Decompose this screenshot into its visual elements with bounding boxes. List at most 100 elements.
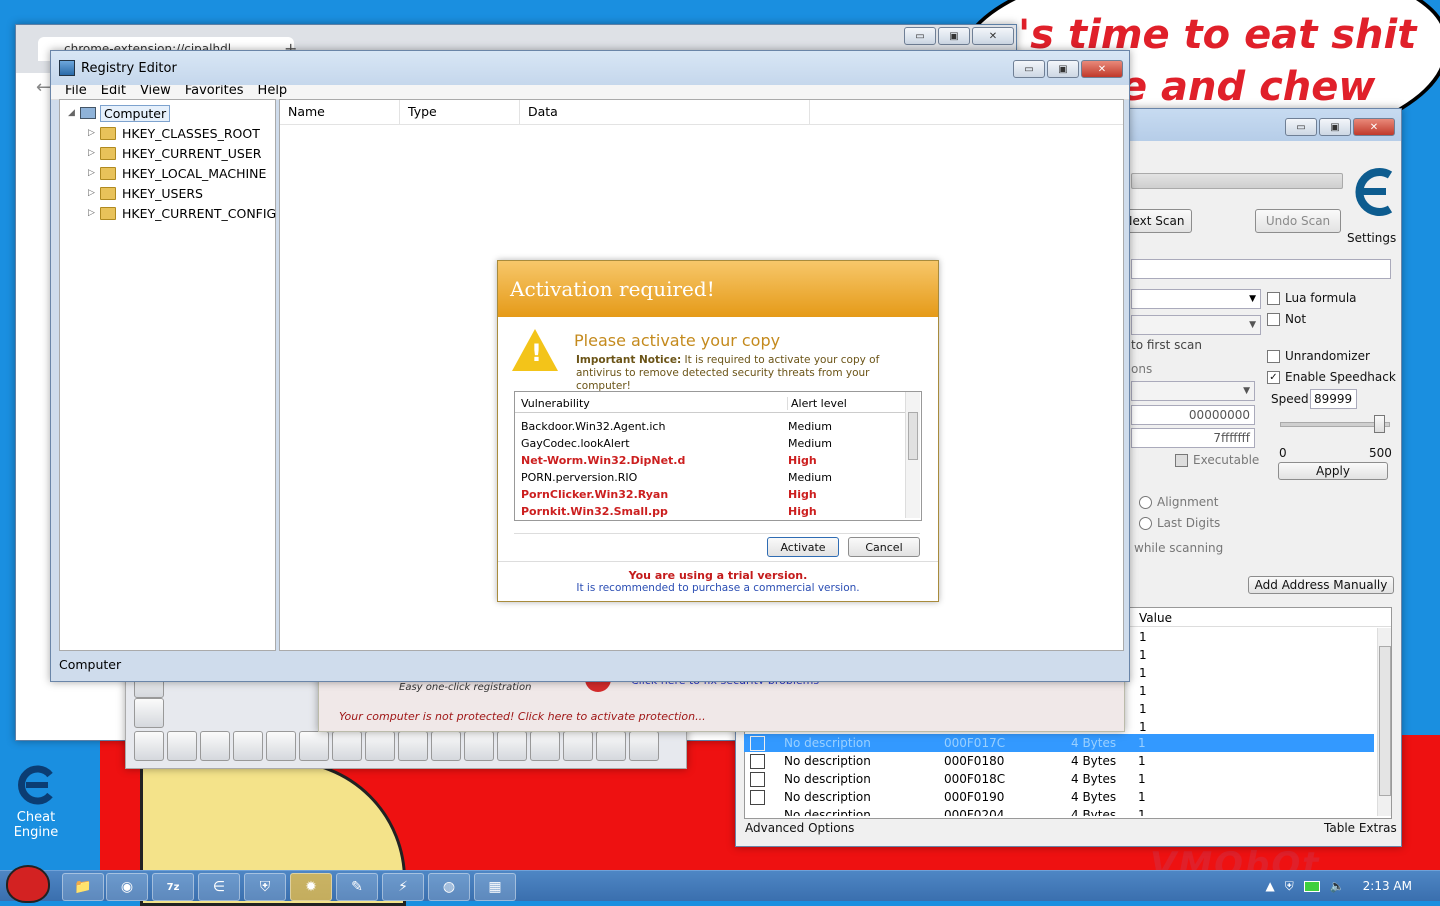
- threat-row[interactable]: Backdoor.Win32.Agent.ich Medium: [515, 418, 905, 435]
- keypad-key[interactable]: [200, 731, 230, 761]
- keypad-key[interactable]: [431, 731, 461, 761]
- keypad-key[interactable]: [233, 731, 263, 761]
- scrollbar-thumb[interactable]: [908, 412, 918, 460]
- taskbar-chrome-icon[interactable]: ◉: [106, 873, 148, 901]
- lua-formula-checkbox[interactable]: Lua formula: [1267, 291, 1357, 305]
- minimize-icon[interactable]: ▭: [1285, 118, 1317, 136]
- keypad-key[interactable]: [398, 731, 428, 761]
- expand-arrow-icon[interactable]: ▷: [88, 168, 98, 178]
- close-icon[interactable]: ✕: [1353, 118, 1395, 136]
- taskbar-7zip-icon[interactable]: 7z: [152, 873, 194, 901]
- threat-row[interactable]: Pornkit.Win32.Small.pp High: [515, 503, 905, 520]
- expand-arrow-icon[interactable]: ▷: [88, 148, 98, 158]
- speed-slider-thumb[interactable]: [1374, 415, 1385, 433]
- row-checkbox[interactable]: [750, 790, 765, 805]
- keypad-key[interactable]: [497, 731, 527, 761]
- tree-item-hkey-local-machine[interactable]: ▷ HKEY_LOCAL_MACHINE: [88, 164, 266, 182]
- table-row[interactable]: No description 000F018C 4 Bytes 1: [744, 770, 1374, 788]
- column-header-name[interactable]: Name: [280, 100, 400, 124]
- unrandomizer-checkbox[interactable]: Unrandomizer: [1267, 349, 1370, 363]
- last-digits-radio[interactable]: Last Digits: [1139, 516, 1220, 530]
- maximize-icon[interactable]: ▣: [1319, 118, 1351, 136]
- battery-icon[interactable]: [1303, 880, 1320, 892]
- keypad-key[interactable]: [299, 731, 329, 761]
- keypad-key[interactable]: [530, 731, 560, 761]
- threat-row[interactable]: PornClicker.Win32.Ryan High: [515, 486, 905, 503]
- cheat-engine-logo-icon[interactable]: [1344, 159, 1398, 229]
- table-row[interactable]: No description 000F0204 4 Bytes 1: [744, 806, 1374, 816]
- taskbar-registry-icon[interactable]: ▦: [474, 873, 516, 901]
- keypad-key[interactable]: [629, 731, 659, 761]
- tree-item-hkey-current-config[interactable]: ▷ HKEY_CURRENT_CONFIG: [88, 204, 276, 222]
- tree-item-computer[interactable]: ◢ Computer: [68, 104, 171, 122]
- taskbar-shield-icon[interactable]: ⛨: [244, 873, 286, 901]
- executable-checkbox[interactable]: Executable: [1175, 453, 1259, 467]
- taskbar-explorer-icon[interactable]: 📁: [62, 873, 104, 901]
- expand-arrow-icon[interactable]: ▷: [88, 128, 98, 138]
- taskbar-app-icon[interactable]: ◍: [428, 873, 470, 901]
- tree-item-hkey-current-user[interactable]: ▷ HKEY_CURRENT_USER: [88, 144, 261, 162]
- desktop-icon-cheat-engine[interactable]: Cheat Engine: [6, 762, 66, 840]
- start-button-angry-bird-icon[interactable]: [6, 865, 50, 903]
- keypad-key[interactable]: [464, 731, 494, 761]
- threat-table-scrollbar[interactable]: [905, 392, 920, 518]
- settings-label[interactable]: Settings: [1347, 231, 1396, 245]
- not-protected-link[interactable]: Your computer is not protected! Click he…: [339, 710, 706, 723]
- memory-region-select[interactable]: ▼: [1131, 381, 1255, 401]
- start-address-input[interactable]: 00000000: [1131, 405, 1255, 425]
- keypad-key[interactable]: [266, 731, 296, 761]
- apply-button[interactable]: Apply: [1278, 462, 1388, 480]
- keypad-key[interactable]: [332, 731, 362, 761]
- taskbar-antivirus-icon[interactable]: ✹: [290, 873, 332, 901]
- column-header-data[interactable]: Data: [520, 100, 810, 124]
- enable-speedhack-checkbox[interactable]: ✓ Enable Speedhack: [1267, 370, 1396, 384]
- column-header-type[interactable]: Type: [400, 100, 520, 124]
- alignment-radio[interactable]: Alignment: [1139, 495, 1218, 509]
- keypad-key[interactable]: [167, 731, 197, 761]
- keypad-key[interactable]: [365, 731, 395, 761]
- value-type-select[interactable]: ▼: [1131, 315, 1261, 335]
- table-row[interactable]: No description 000F0180 4 Bytes 1: [744, 752, 1374, 770]
- tree-item-hkey-users[interactable]: ▷ HKEY_USERS: [88, 184, 203, 202]
- close-icon[interactable]: ✕: [1081, 60, 1123, 78]
- table-row[interactable]: No description 000F0190 4 Bytes 1: [744, 788, 1374, 806]
- expand-arrow-icon[interactable]: ▷: [88, 188, 98, 198]
- keypad-key[interactable]: [596, 731, 626, 761]
- table-row[interactable]: No description 000F017C 4 Bytes 1: [744, 734, 1374, 752]
- show-hidden-icons-icon[interactable]: ▲: [1265, 879, 1274, 893]
- row-checkbox[interactable]: [750, 772, 765, 787]
- scrollbar-thumb[interactable]: [1379, 646, 1391, 796]
- taskbar-flash-icon[interactable]: ⚡: [382, 873, 424, 901]
- maximize-icon[interactable]: ▣: [938, 27, 970, 45]
- address-list-scrollbar[interactable]: [1377, 628, 1391, 816]
- volume-icon[interactable]: 🔈: [1330, 879, 1345, 893]
- activate-button[interactable]: Activate: [767, 537, 839, 557]
- purchase-recommendation[interactable]: It is recommended to purchase a commerci…: [498, 582, 938, 594]
- undo-scan-button[interactable]: Undo Scan: [1255, 209, 1341, 233]
- cancel-button[interactable]: Cancel: [848, 537, 920, 557]
- not-checkbox[interactable]: Not: [1267, 312, 1306, 326]
- minimize-icon[interactable]: ▭: [904, 27, 936, 45]
- keypad-key[interactable]: [134, 698, 164, 728]
- close-icon[interactable]: ✕: [972, 27, 1014, 45]
- threat-row[interactable]: GayCodec.lookAlert Medium: [515, 435, 905, 452]
- row-checkbox[interactable]: [750, 736, 765, 751]
- scan-value-input[interactable]: [1131, 259, 1391, 279]
- add-address-manually-button[interactable]: Add Address Manually: [1248, 576, 1394, 594]
- maximize-icon[interactable]: ▣: [1047, 60, 1079, 78]
- threat-row[interactable]: Net-Worm.Win32.DipNet.d High: [515, 452, 905, 469]
- clock[interactable]: 2:13 AM: [1363, 879, 1412, 893]
- back-arrow-icon[interactable]: ←: [36, 77, 51, 98]
- taskbar-cheat-engine-icon[interactable]: ∈: [198, 873, 240, 901]
- speed-input[interactable]: 89999: [1310, 389, 1357, 409]
- expand-arrow-icon[interactable]: ▷: [88, 208, 98, 218]
- stop-address-input[interactable]: 7fffffff: [1131, 428, 1255, 448]
- row-checkbox[interactable]: [750, 754, 765, 769]
- taskbar-broom-icon[interactable]: ✎: [336, 873, 378, 901]
- collapse-arrow-icon[interactable]: ◢: [68, 108, 78, 118]
- scan-type-select[interactable]: ▼: [1131, 289, 1261, 309]
- keypad-key[interactable]: [563, 731, 593, 761]
- minimize-icon[interactable]: ▭: [1013, 60, 1045, 78]
- threat-row[interactable]: PORN.perversion.RIO Medium: [515, 469, 905, 486]
- tree-item-hkey-classes-root[interactable]: ▷ HKEY_CLASSES_ROOT: [88, 124, 260, 142]
